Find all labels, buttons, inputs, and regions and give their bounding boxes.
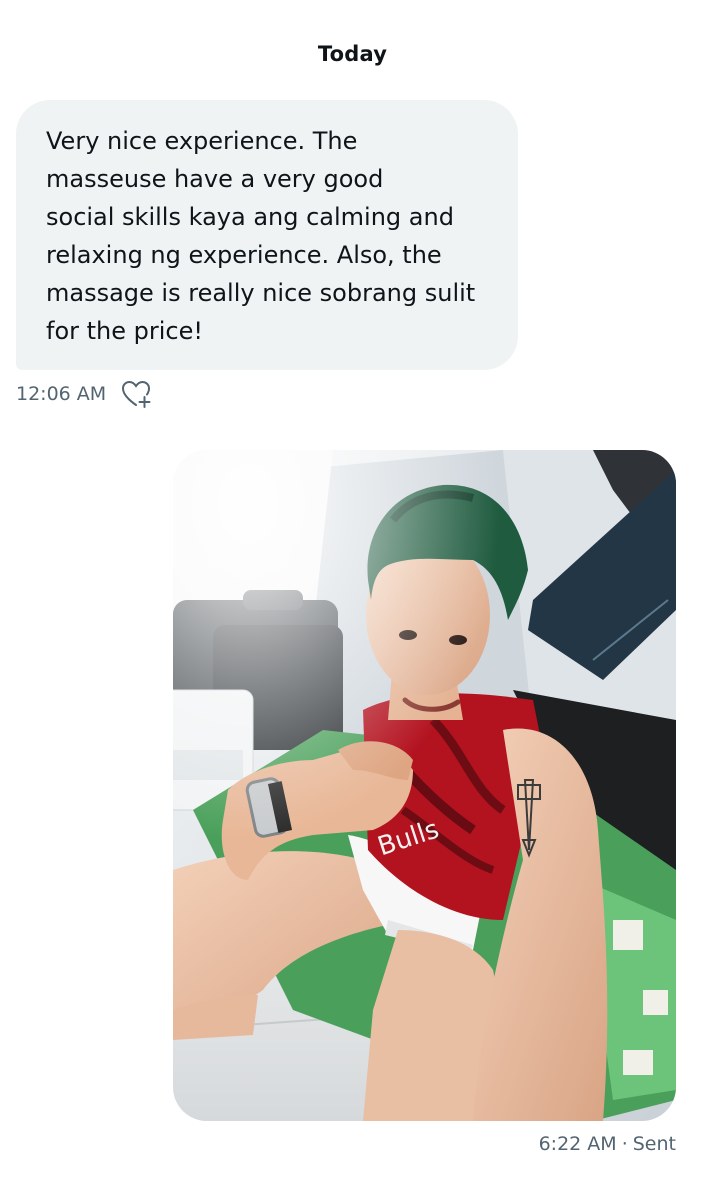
sent-message-meta: 6:22 AM · Sent bbox=[539, 1133, 676, 1155]
message-text-line: for the price! bbox=[46, 317, 203, 345]
selfie-photo: Bulls bbox=[173, 450, 676, 1121]
received-message-meta: 12:06 AM bbox=[16, 378, 152, 410]
received-message-time: 12:06 AM bbox=[16, 383, 107, 405]
sent-photo-attachment[interactable]: Bulls bbox=[173, 450, 676, 1121]
message-text-line: masseuse have a very good bbox=[46, 165, 384, 193]
heart-plus-icon[interactable] bbox=[120, 378, 152, 410]
message-text-line: relaxing ng experience. Also, the bbox=[46, 241, 442, 269]
message-text-line: massage is really nice sobrang sulit bbox=[46, 279, 476, 307]
meta-separator: · bbox=[621, 1133, 628, 1155]
message-text-line: Very nice experience. The bbox=[46, 127, 358, 155]
received-message-bubble[interactable]: Very nice experience. The masseuse have … bbox=[16, 100, 518, 370]
sent-message-time: 6:22 AM bbox=[538, 1133, 617, 1155]
sent-status: Sent bbox=[632, 1133, 676, 1155]
message-text-line: social skills kaya ang calming and bbox=[46, 203, 454, 231]
date-divider: Today bbox=[317, 42, 388, 66]
